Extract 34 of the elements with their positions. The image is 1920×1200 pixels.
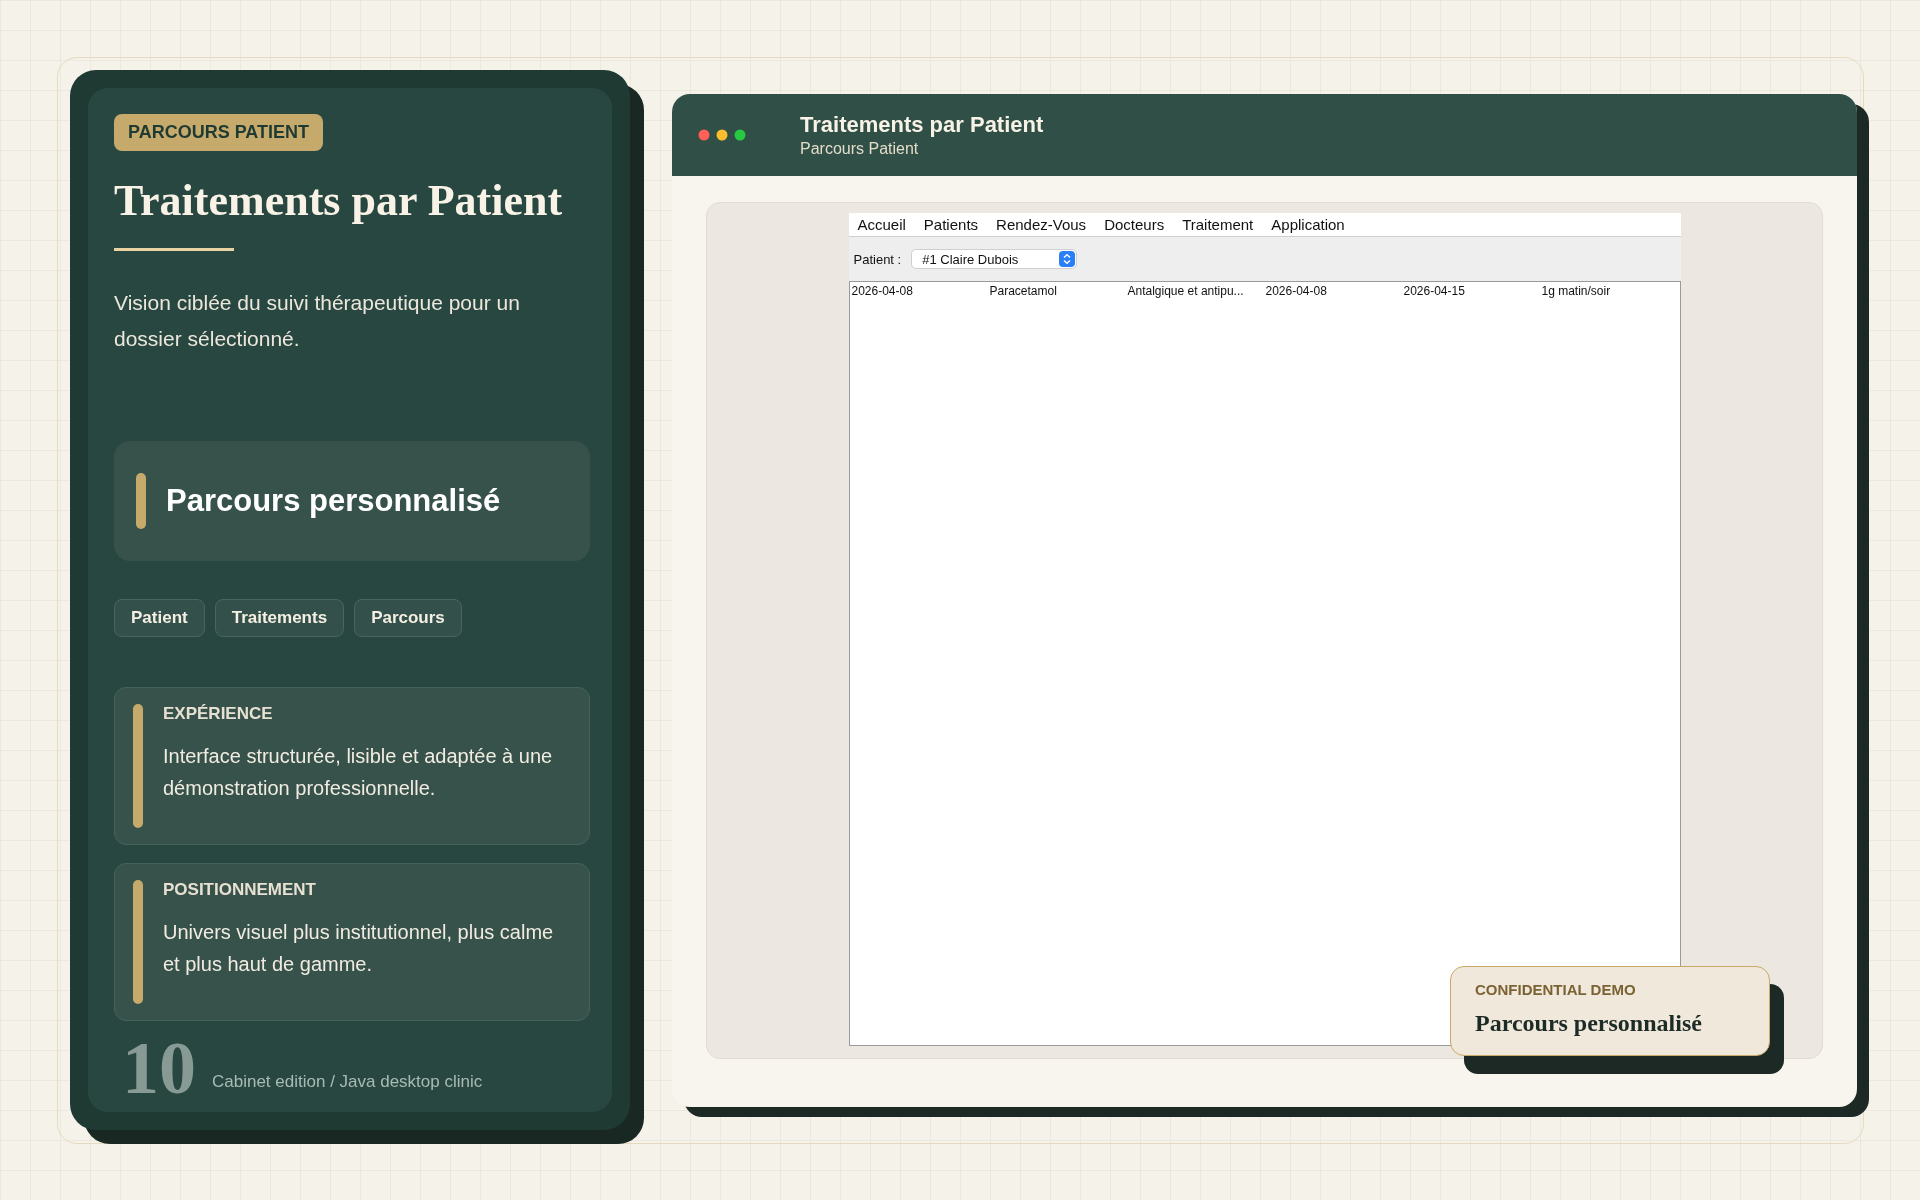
table-cell-text: Antalgique et antipu... bbox=[1126, 284, 1245, 298]
card-label: POSITIONNEMENT bbox=[163, 880, 317, 900]
card-text: Univers visuel plus institutionnel, plus calme et plus haut de gamme. bbox=[163, 920, 555, 977]
panel-title: Traitements par Patient bbox=[114, 175, 564, 226]
stamp-title: Parcours personnalisé bbox=[1475, 1010, 1703, 1037]
tag: Parcours bbox=[354, 599, 462, 637]
card-label: EXPÉRIENCE bbox=[163, 704, 274, 724]
highlight-text: Parcours personnalisé bbox=[166, 483, 501, 519]
page-number: 10 bbox=[122, 1037, 196, 1100]
table-cell-text: 1g matin/soir bbox=[1540, 284, 1612, 298]
menu-item[interactable]: Traitement bbox=[1173, 216, 1263, 233]
menu-item[interactable]: Rendez-Vous bbox=[987, 216, 1096, 233]
window-controls-icon bbox=[698, 129, 746, 141]
accent-bar bbox=[136, 473, 146, 529]
category-badge: PARCOURS PATIENT bbox=[114, 114, 323, 151]
window-subtitle: Parcours Patient bbox=[800, 140, 920, 158]
menu-item[interactable]: Patients bbox=[914, 216, 988, 233]
tag: Patient bbox=[114, 599, 205, 637]
table-cell-text: 2026-04-08 bbox=[850, 284, 914, 298]
filter-label: Patient : bbox=[853, 251, 902, 267]
window-title: Traitements par Patient bbox=[800, 112, 1044, 138]
table-cell-text: 2026-04-15 bbox=[1402, 284, 1466, 298]
table-cell-text: 2026-04-08 bbox=[1264, 284, 1328, 298]
footer-caption: Cabinet edition / Java desktop clinic bbox=[212, 1072, 483, 1092]
dropdown-arrows-icon bbox=[1059, 251, 1076, 267]
menu-item[interactable]: Docteurs bbox=[1095, 216, 1174, 233]
menu-item[interactable]: Application bbox=[1262, 216, 1354, 233]
patient-select[interactable]: #1 Claire Dubois bbox=[911, 249, 1078, 269]
menu-item[interactable]: Accueil bbox=[848, 216, 915, 233]
tag: Traitements bbox=[214, 599, 345, 637]
card-text: Interface structurée, lisible et adaptée à une démonstration professionnelle. bbox=[163, 744, 554, 801]
panel-description: Vision ciblée du suivi thérapeutique pour un dossier sélectionné. bbox=[114, 290, 521, 352]
stamp-label: CONFIDENTIAL DEMO bbox=[1475, 981, 1637, 998]
table-cell-text: Paracetamol bbox=[988, 284, 1058, 298]
